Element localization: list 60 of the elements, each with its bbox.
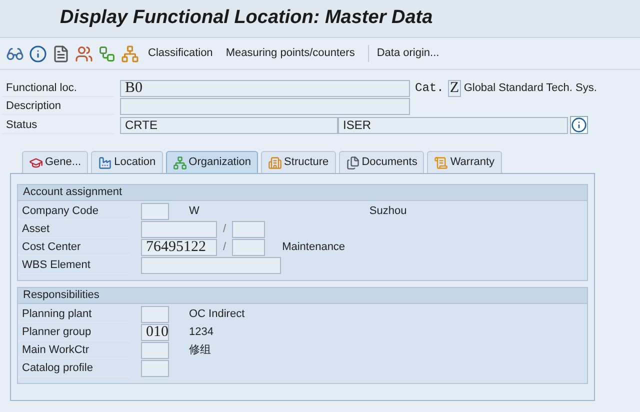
separator-slash: / [223,240,226,256]
input-field[interactable] [141,203,169,220]
input-field[interactable] [141,306,169,323]
toolbar-button[interactable]: Data origin... [368,45,444,62]
tab[interactable]: Structure [261,151,336,173]
field-label: Planner group [18,324,130,341]
separator-slash: / [223,222,226,238]
field-text: Maintenance [282,240,346,256]
tab-icon-graphic [268,156,282,170]
system-status-field[interactable]: CRTE [120,116,338,134]
cat-text: Global Standard Tech. Sys. [464,80,597,96]
tab-icon-graphic [346,156,360,170]
structure-icon[interactable] [121,44,139,62]
field-label: Main WorkCtr [18,342,130,359]
group-title: Account assignment [22,185,122,200]
field-text: 1234 [189,325,214,340]
field-label: Catalog profile [18,360,130,377]
people-icon[interactable] [75,44,93,62]
tab-icon-graphic [98,156,112,170]
field-label: Company Code [18,203,130,220]
input-field[interactable] [141,342,169,359]
field-label: Functional loc. [2,80,114,96]
tab-icon-graphic [434,156,448,170]
tab[interactable]: Warranty [427,151,502,173]
field-text: OC Indirect [189,307,245,322]
tab[interactable]: Documents [338,151,424,173]
field-label: Asset [18,221,130,238]
hierarchy-icon[interactable] [98,44,116,62]
input-field[interactable] [232,239,266,256]
field-label: Status [2,116,114,134]
document-icon[interactable] [52,44,70,62]
input-field[interactable] [232,221,266,238]
input-field[interactable] [141,221,217,238]
tab[interactable]: Gene... [22,151,88,173]
input-field[interactable] [141,360,169,377]
functional-loc-field[interactable]: B0 [120,80,410,96]
field-label: WBS Element [18,257,130,274]
field-label: Description [2,98,114,115]
field-text: W [189,204,200,220]
info-icon[interactable] [29,44,47,62]
input-field[interactable] [141,257,281,274]
field-label: Cost Center [18,239,130,256]
tab-icon-graphic [29,156,43,170]
tab[interactable]: Location [91,151,163,173]
input-field[interactable]: 010 [141,324,169,341]
field-text: Suzhou [369,204,407,220]
description-field[interactable] [120,98,410,115]
cat-field[interactable]: Z [448,80,461,96]
window-title: Display Functional Location: Master Data [60,6,433,30]
toolbar-button[interactable]: Measuring points/counters [222,45,359,62]
field-text: 修组 [189,343,211,358]
input-field[interactable]: 76495122 [141,239,217,256]
tab-icon-graphic [172,156,187,170]
tab[interactable]: Organization [166,151,258,173]
toolbar-button[interactable]: Classification [144,45,217,62]
group-title: Responsibilities [22,288,100,304]
user-status-field[interactable]: ISER [338,116,568,134]
info-icon[interactable] [570,116,588,134]
field-label: Planning plant [18,306,130,323]
cat-label: Cat. [415,80,444,97]
